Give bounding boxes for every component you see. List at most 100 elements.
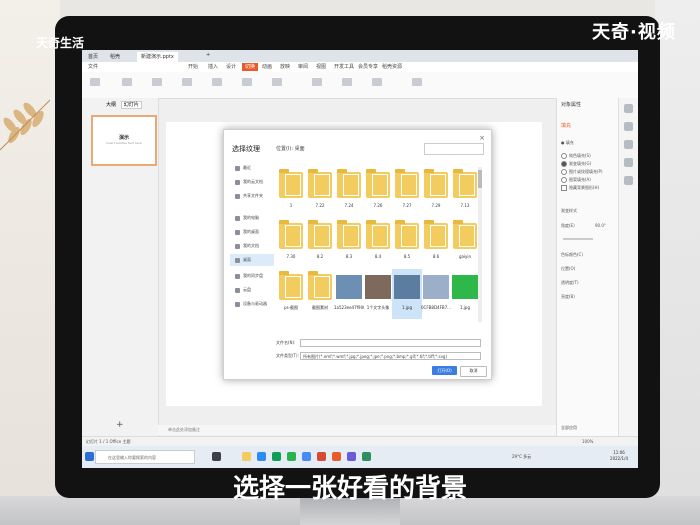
folder-item[interactable]: 8.5 xyxy=(392,218,422,268)
option-picture-fill[interactable]: 图片或纹理填充(P) xyxy=(561,169,603,175)
duration-icon[interactable] xyxy=(372,78,382,86)
transition-split-icon[interactable] xyxy=(242,78,252,86)
tab-docer[interactable]: 稻壳 xyxy=(106,52,124,62)
folder-item[interactable]: 8.3 xyxy=(334,218,364,268)
tab-document[interactable]: 新建演示.pptx xyxy=(137,52,178,62)
sidebar-item-recent[interactable]: 最近 xyxy=(230,162,274,174)
folder-item[interactable]: 7.22 xyxy=(305,167,335,217)
folder-item[interactable]: 7.27 xyxy=(392,167,422,217)
folder-item[interactable]: 1 xyxy=(276,167,306,217)
close-icon[interactable]: × xyxy=(479,134,485,142)
option-pattern-fill[interactable]: 图案填充(A) xyxy=(561,177,591,183)
wechat-icon[interactable] xyxy=(287,452,296,461)
file-explorer-icon[interactable] xyxy=(242,452,251,461)
slide-thumbnail[interactable]: 演示 Insert subtitle text here xyxy=(91,115,157,166)
transition-icon[interactable] xyxy=(624,158,633,167)
apply-all-button[interactable]: 全部应用 xyxy=(561,425,577,431)
folder-preview xyxy=(285,276,301,298)
qq-icon[interactable] xyxy=(302,452,311,461)
folder-item[interactable]: gaiyin xyxy=(450,218,480,268)
select-icon[interactable] xyxy=(624,122,633,131)
tab-fill[interactable]: 填充 xyxy=(561,122,571,129)
sidebar-item-desktop[interactable]: 桌面 xyxy=(230,254,274,266)
sidebar-item-sync-drive[interactable]: 我的同步盘 xyxy=(230,270,274,282)
tab-slides[interactable]: 幻灯片 xyxy=(120,101,142,109)
taskbar-search[interactable]: 在这里输入你要搜索的内容 xyxy=(95,450,195,464)
search-input[interactable] xyxy=(424,143,484,155)
add-slide-button[interactable]: + xyxy=(116,420,124,430)
sidebar-item-cloud-drive[interactable]: 云盘 xyxy=(230,284,274,296)
transition-none-icon[interactable] xyxy=(122,78,132,86)
sidebar-item-my-desktop[interactable]: 我的桌面 xyxy=(230,226,274,238)
folder-item[interactable]: 8.2 xyxy=(305,218,335,268)
option-gradient-fill[interactable]: 渐变填充(G) xyxy=(561,161,591,167)
transition-reveal-icon[interactable] xyxy=(272,78,282,86)
folder-icon xyxy=(366,220,390,249)
menu-design[interactable]: 设计 xyxy=(226,63,236,71)
folder-item[interactable]: 7.30 xyxy=(276,218,306,268)
settings-icon[interactable] xyxy=(624,176,633,185)
task-view-icon[interactable] xyxy=(212,452,221,461)
scrollbar-thumb[interactable] xyxy=(478,170,482,188)
angle-value[interactable]: 90.0° xyxy=(595,223,606,228)
image-item[interactable]: 1.jpg xyxy=(450,269,480,319)
image-item[interactable]: 1个文字头像 xyxy=(363,269,393,319)
folder-item[interactable]: 截图素材 xyxy=(305,269,335,319)
sound-icon[interactable] xyxy=(342,78,352,86)
menu-home[interactable]: 开始 xyxy=(188,63,198,71)
folder-item[interactable]: 7.29 xyxy=(421,167,451,217)
menu-file[interactable]: 文件 xyxy=(88,63,98,71)
edge-icon[interactable] xyxy=(257,452,266,461)
tab-outline[interactable]: 大纲 xyxy=(106,102,116,108)
sidebar-item-my-documents[interactable]: 我的文档 xyxy=(230,240,274,252)
menu-docer-resources[interactable]: 稻壳资源 xyxy=(382,63,402,71)
folder-item[interactable]: 8.6 xyxy=(421,218,451,268)
menu-view[interactable]: 视图 xyxy=(316,63,326,71)
app-icon[interactable] xyxy=(362,452,371,461)
option-solid-fill[interactable]: 纯色填充(S) xyxy=(561,153,591,159)
apply-all-icon[interactable] xyxy=(412,78,422,86)
folder-item[interactable]: 7.13 xyxy=(450,167,480,217)
tab-home[interactable]: 首页 xyxy=(84,52,102,62)
sidebar-item-devices[interactable]: 设备与驱动器 xyxy=(230,298,274,310)
menu-insert[interactable]: 插入 xyxy=(208,63,218,71)
wps-icon[interactable] xyxy=(317,452,326,461)
sidebar-item-shared[interactable]: 共享文件夹 xyxy=(230,190,274,202)
sidebar-item-my-computer[interactable]: 我的电脑 xyxy=(230,212,274,224)
filetype-select[interactable]: 所有图片(*.emf;*.wmf;*.jpg;*.jpeg;*.jpe;*.pn… xyxy=(300,352,481,360)
file-grid-scrollbar[interactable] xyxy=(478,167,482,322)
menu-member[interactable]: 会员专享 xyxy=(358,63,378,71)
menu-animation[interactable]: 动画 xyxy=(262,63,272,71)
wps-presentation-icon[interactable] xyxy=(332,452,341,461)
folder-item[interactable]: 7.26 xyxy=(363,167,393,217)
animation-icon[interactable] xyxy=(624,140,633,149)
folder-item[interactable]: 8.4 xyxy=(363,218,393,268)
new-tab-icon[interactable]: + xyxy=(202,50,214,60)
menu-slideshow[interactable]: 放映 xyxy=(280,63,290,71)
filename-input[interactable] xyxy=(300,339,481,347)
transition-wipe-icon[interactable] xyxy=(212,78,222,86)
menu-review[interactable]: 审阅 xyxy=(298,63,308,71)
properties-icon[interactable] xyxy=(624,104,633,113)
chrome-icon[interactable] xyxy=(272,452,281,461)
effect-options-icon[interactable] xyxy=(312,78,322,86)
location-path[interactable]: 位置(I): 桌面 xyxy=(276,145,305,152)
notes-area[interactable]: 单击此处添加备注 xyxy=(158,425,556,435)
image-item[interactable]: 1.jpg xyxy=(392,269,422,319)
cancel-button[interactable]: 取消 xyxy=(460,366,487,377)
folder-item[interactable]: 7.24 xyxy=(334,167,364,217)
gradient-stop-slider[interactable] xyxy=(563,238,593,240)
menu-transition[interactable]: 切换 xyxy=(242,63,259,71)
folder-item[interactable]: ps-截图 xyxy=(276,269,306,319)
menu-developer[interactable]: 开发工具 xyxy=(334,63,354,71)
sidebar-item-cloud-docs[interactable]: 我的云文档 xyxy=(230,176,274,188)
image-item[interactable]: 1a523ee47f9061... xyxy=(334,269,364,319)
transition-push-icon[interactable] xyxy=(182,78,192,86)
open-button[interactable]: 打开(O) xyxy=(432,366,457,375)
paste-icon[interactable] xyxy=(90,78,100,86)
option-hide-background[interactable]: 隐藏背景图形(H) xyxy=(561,185,599,191)
image-item[interactable]: 0CFB8D4FB7... xyxy=(421,269,451,319)
start-icon[interactable] xyxy=(85,452,94,461)
app-icon[interactable] xyxy=(347,452,356,461)
transition-fade-icon[interactable] xyxy=(152,78,162,86)
